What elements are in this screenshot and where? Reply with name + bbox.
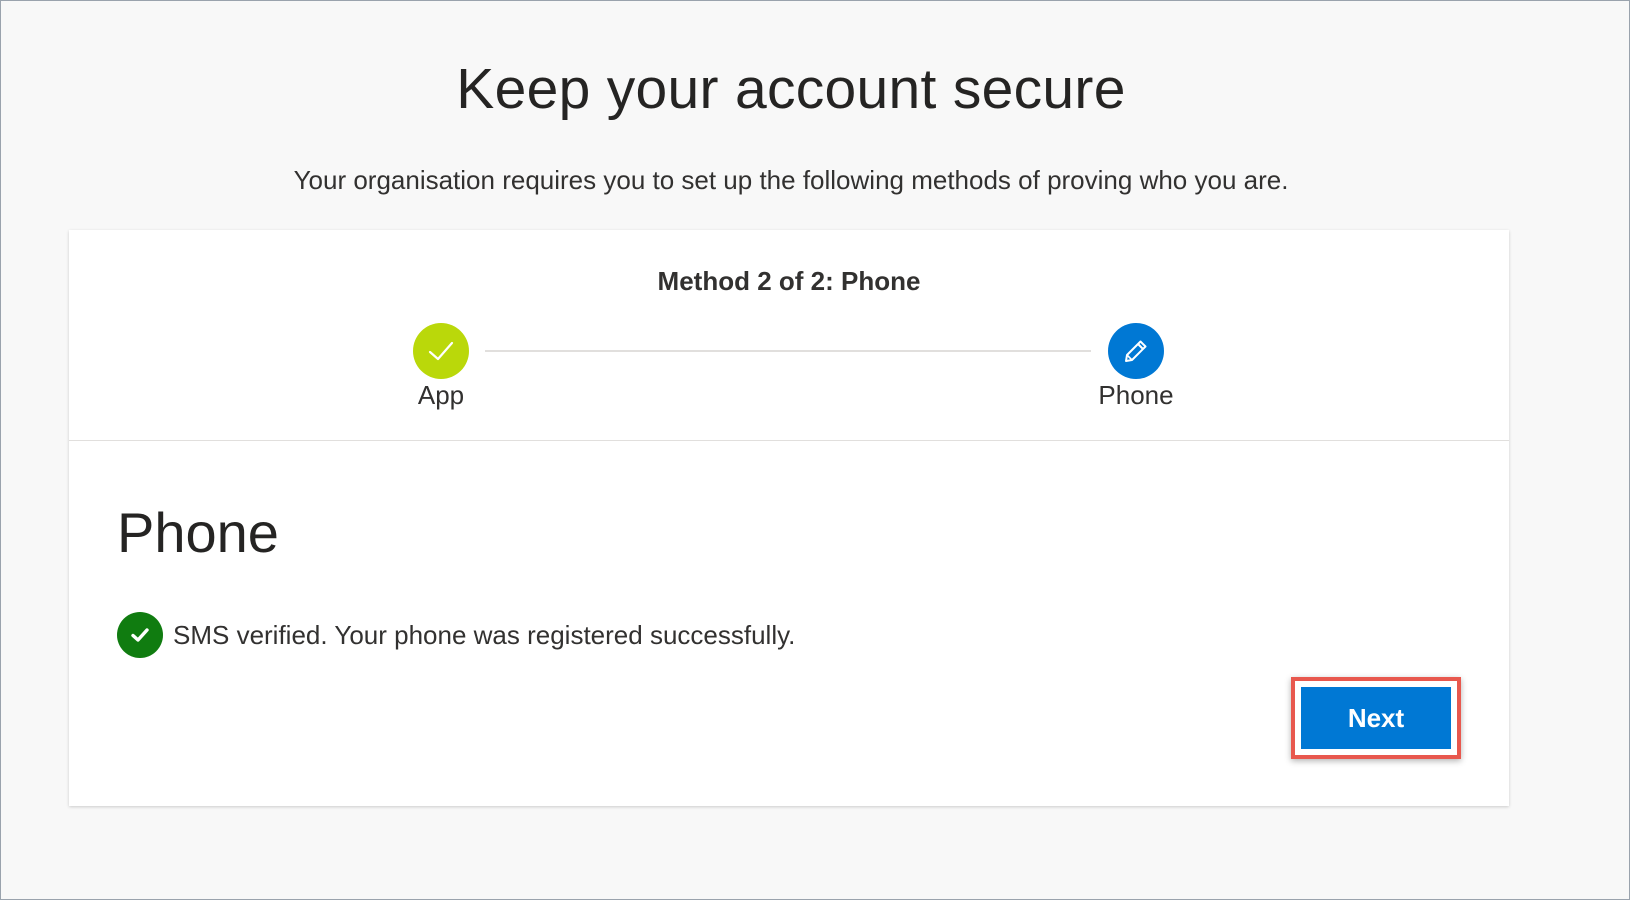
step-phone-label: Phone: [1098, 380, 1174, 410]
check-circle-icon: [117, 612, 163, 658]
success-message: SMS verified. Your phone was registered …: [173, 619, 796, 650]
card-divider: [69, 440, 1509, 441]
check-mark-glyph: [131, 628, 149, 642]
setup-card: Method 2 of 2: Phone App Phone Phone SMS…: [69, 230, 1509, 806]
pencil-icon: [1125, 340, 1147, 362]
method-progress-title: Method 2 of 2: Phone: [657, 266, 921, 296]
step-progress-line: [485, 350, 1091, 352]
page-title: Keep your account secure: [456, 57, 1126, 121]
page-subtitle: Your organisation requires you to set up…: [293, 165, 1289, 195]
next-button[interactable]: Next: [1301, 687, 1451, 749]
step-app-indicator: [413, 323, 469, 379]
checkmark-icon: [428, 341, 454, 361]
window-frame: Keep your account secure Your organisati…: [0, 0, 1630, 900]
step-app-label: App: [417, 380, 465, 410]
step-phone-indicator: [1108, 323, 1164, 379]
section-title: Phone: [117, 501, 279, 564]
next-button-highlight: Next: [1291, 677, 1461, 759]
success-message-row: SMS verified. Your phone was registered …: [117, 612, 795, 658]
